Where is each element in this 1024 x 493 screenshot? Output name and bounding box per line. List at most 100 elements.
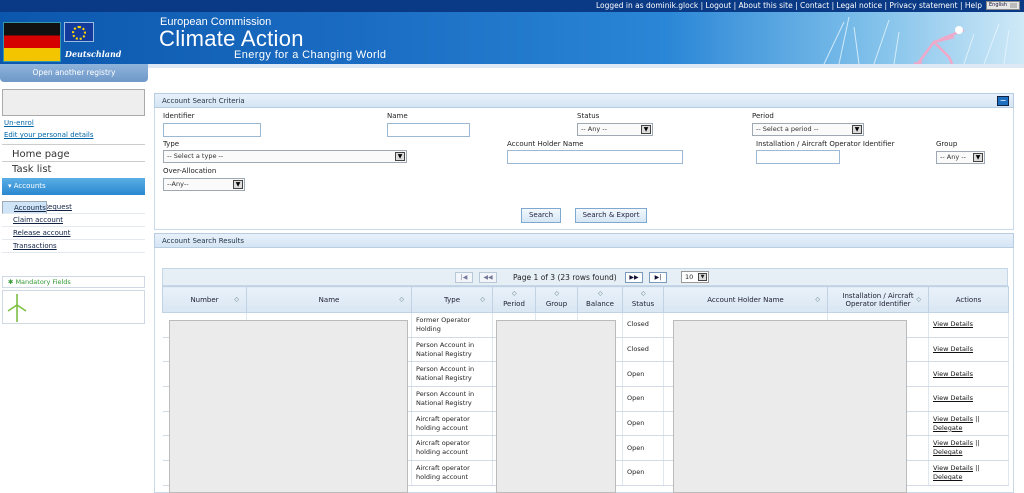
nav-claim-account[interactable]: Claim account	[2, 214, 145, 227]
first-page-button[interactable]: |◀	[455, 272, 473, 283]
nav-transactions[interactable]: Transactions	[2, 240, 145, 253]
nav-release-account[interactable]: Release account	[2, 227, 145, 240]
nav-accounts-header[interactable]: ▾ Accounts	[2, 178, 145, 195]
delegate-link[interactable]: Delegate	[933, 424, 962, 432]
sort-icon: ◇	[641, 290, 646, 297]
view-details-link[interactable]: View Details	[933, 464, 973, 472]
edit-personal-details-link[interactable]: Edit your personal details	[4, 129, 94, 141]
nav-accounts[interactable]: Accounts	[2, 201, 47, 214]
prev-page-button[interactable]: ◀◀	[479, 272, 497, 283]
open-another-registry-tab[interactable]: Open another registry	[0, 64, 148, 82]
next-page-button[interactable]: ▶▶	[625, 272, 643, 283]
divider	[2, 144, 145, 145]
identifier-input[interactable]	[163, 123, 261, 137]
cell-type: Aircraft operator holding account	[411, 460, 493, 486]
sort-icon: ◇	[480, 296, 485, 303]
nav-home-page[interactable]: Home page	[12, 149, 70, 160]
action-separator: ||	[975, 414, 980, 423]
identifier-label: Identifier	[163, 112, 195, 120]
sort-icon: ◇	[916, 296, 921, 303]
about-link[interactable]: About this site	[739, 1, 793, 10]
mandatory-fields-note: Mandatory Fields	[2, 276, 145, 288]
col-group[interactable]: ◇ Group	[535, 286, 578, 313]
nav-task-list[interactable]: Task list	[12, 164, 51, 175]
privacy-link[interactable]: Privacy statement	[889, 1, 957, 10]
search-criteria-header: Account Search Criteria −	[154, 93, 1014, 108]
banner: Deutschland European Commission Climate …	[0, 12, 1024, 64]
cell-actions: View Details || Delegate	[928, 460, 1009, 486]
help-link[interactable]: Help	[965, 1, 982, 10]
view-details-link[interactable]: View Details	[933, 345, 973, 353]
col-balance[interactable]: ◇ Balance	[577, 286, 623, 313]
col-status[interactable]: ◇ Status	[622, 286, 664, 313]
search-export-button[interactable]: Search & Export	[575, 208, 647, 223]
contact-link[interactable]: Contact	[800, 1, 829, 10]
account-holder-label: Account Holder Name	[507, 140, 584, 148]
action-separator: ||	[975, 439, 980, 448]
logout-link[interactable]: Logout	[706, 1, 732, 10]
over-allocation-label: Over-Allocation	[163, 167, 217, 175]
sort-icon: ◇	[512, 290, 517, 297]
country-name: Deutschland	[65, 49, 122, 59]
legal-notice-link[interactable]: Legal notice	[837, 1, 883, 10]
page-info: Page 1 of 3 (23 rows found)	[513, 273, 617, 282]
cell-status: Closed	[622, 312, 664, 338]
banner-divider	[0, 64, 1024, 68]
wind-turbine-logo-box	[2, 290, 145, 324]
delegate-link[interactable]: Delegate	[933, 473, 962, 481]
eu-flag-icon	[64, 22, 94, 42]
user-links: Logged in as dominik.glock | Logout | Ab…	[595, 1, 982, 10]
col-period[interactable]: ◇ Period	[492, 286, 536, 313]
cell-actions: View Details	[928, 386, 1009, 412]
sort-icon: ◇	[815, 296, 820, 303]
delegate-link[interactable]: Delegate	[933, 448, 962, 456]
rows-per-page-select[interactable]: 10 ▼	[681, 271, 709, 283]
col-type[interactable]: Type ◇	[411, 286, 493, 313]
site-tagline: Energy for a Changing World	[234, 49, 387, 61]
col-installation[interactable]: Installation / Aircraft Operator Identif…	[827, 286, 929, 313]
dropdown-arrow-icon: ▼	[852, 125, 862, 134]
status-select[interactable]: -- Any -- ▼	[577, 123, 653, 136]
view-details-link[interactable]: View Details	[933, 394, 973, 402]
unenrol-link[interactable]: Un-enrol	[4, 117, 94, 129]
col-name[interactable]: Name ◇	[246, 286, 412, 313]
type-select[interactable]: -- Select a type -- ▼	[163, 150, 407, 163]
divider	[2, 161, 145, 162]
view-details-link[interactable]: View Details	[933, 370, 973, 378]
cell-status: Open	[622, 460, 664, 486]
name-input[interactable]	[387, 123, 470, 137]
over-allocation-select[interactable]: --Any-- ▼	[163, 178, 245, 191]
view-details-link[interactable]: View Details	[933, 439, 973, 447]
last-page-button[interactable]: ▶|	[649, 272, 667, 283]
view-details-link[interactable]: View Details	[933, 320, 973, 328]
cell-actions: View Details	[928, 337, 1009, 363]
top-link-bar: Logged in as dominik.glock | Logout | Ab…	[0, 0, 1024, 12]
language-select[interactable]: English	[986, 1, 1020, 10]
cell-actions: View Details || Delegate	[928, 435, 1009, 462]
user-links-side: Un-enrol Edit your personal details	[4, 117, 94, 141]
redacted-area	[169, 320, 408, 493]
group-select[interactable]: -- Any -- ▼	[936, 151, 985, 164]
period-label: Period	[752, 112, 774, 120]
col-number[interactable]: Number ◇	[162, 286, 247, 313]
pagination-bar: |◀ ◀◀ Page 1 of 3 (23 rows found) ▶▶ ▶| …	[162, 268, 1008, 286]
period-select[interactable]: -- Select a period -- ▼	[752, 123, 864, 136]
redacted-area	[496, 320, 616, 493]
dropdown-arrow-icon: ▼	[641, 125, 651, 134]
cell-status: Open	[622, 435, 664, 462]
page: { "topbar": { "logged_in": "Logged in as…	[0, 0, 1024, 493]
cell-type: Person Account in National Registry	[411, 386, 493, 412]
dropdown-arrow-icon: ▼	[395, 152, 405, 161]
group-label: Group	[936, 140, 958, 148]
account-holder-input[interactable]	[507, 150, 683, 164]
search-results-header: Account Search Results	[154, 233, 1014, 248]
search-button[interactable]: Search	[521, 208, 561, 223]
dropdown-arrow-icon: ▼	[973, 153, 983, 162]
col-account-holder[interactable]: Account Holder Name ◇	[663, 286, 828, 313]
view-details-link[interactable]: View Details	[933, 415, 973, 423]
installation-input[interactable]	[756, 150, 840, 164]
installation-label: Installation / Aircraft Operator Identif…	[756, 140, 895, 148]
dropdown-arrow-icon: ▼	[233, 180, 243, 189]
sort-icon: ◇	[234, 296, 239, 303]
collapse-button[interactable]: −	[997, 96, 1009, 106]
